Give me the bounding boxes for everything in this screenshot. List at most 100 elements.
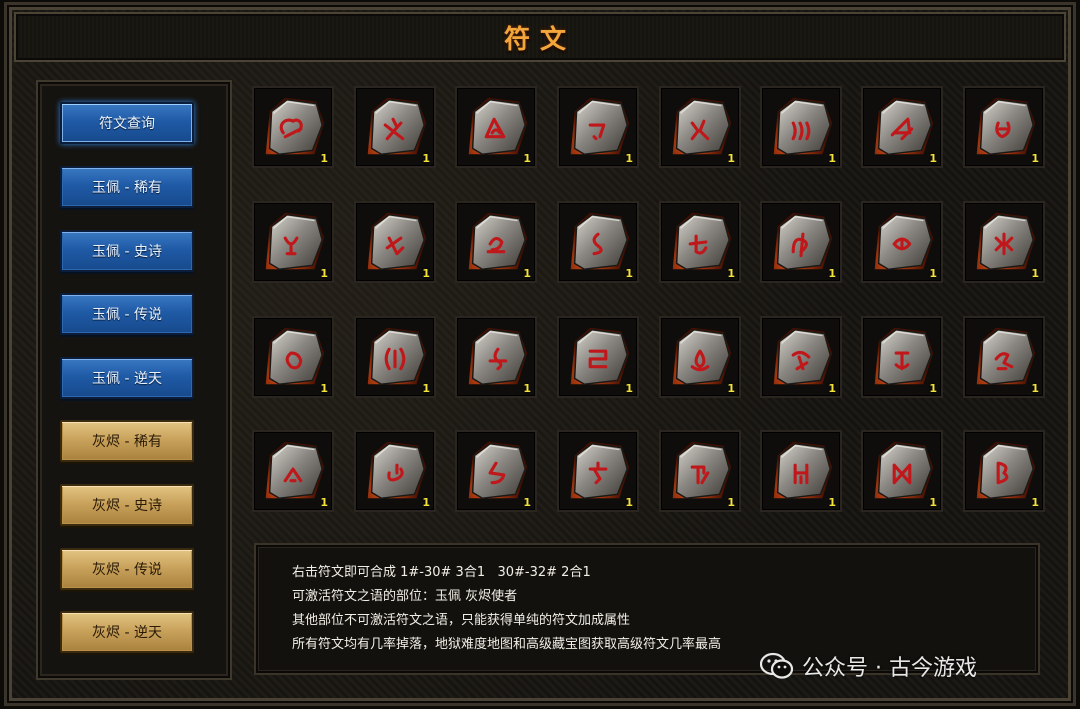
rune-slot-31[interactable]: 1 [861, 430, 943, 512]
rune-stone-icon [265, 212, 325, 271]
menu-button-label: 灰烬 - 稀有 [92, 434, 162, 450]
window-title: 符文 [503, 25, 576, 55]
rune-count: 1 [1031, 267, 1039, 280]
rune-slot-24[interactable]: 1 [963, 316, 1045, 398]
menu-button-5[interactable]: 玉佩 - 逆天 [60, 357, 194, 399]
rune-slot-23[interactable]: 1 [861, 316, 943, 398]
menu-button-1[interactable]: 符文查询 [60, 102, 194, 144]
rune-slot-12[interactable]: 1 [557, 201, 639, 283]
rune-slot-17[interactable]: 1 [252, 316, 334, 398]
rune-slot-2[interactable]: 1 [354, 86, 436, 168]
rune-stone-icon [976, 97, 1036, 156]
rune-count: 1 [625, 496, 633, 509]
menu-button-2[interactable]: 玉佩 - 稀有 [60, 166, 194, 208]
rune-slot-32[interactable]: 1 [963, 430, 1045, 512]
rune-slot-27[interactable]: 1 [455, 430, 537, 512]
rune-slot-18[interactable]: 1 [354, 316, 436, 398]
info-line-merge: 右击符文即可合成 1#-30# 3合1 30#-32# 2合1 [292, 565, 591, 580]
rune-count: 1 [422, 267, 430, 280]
rune-stone-icon [265, 441, 325, 500]
rune-count: 1 [727, 267, 735, 280]
rune-count: 1 [929, 267, 937, 280]
rune-stone-icon [874, 327, 934, 386]
rune-slot-4[interactable]: 1 [557, 86, 639, 168]
rune-slot-20[interactable]: 1 [557, 316, 639, 398]
rune-stone-icon [570, 97, 630, 156]
menu-button-label: 灰烬 - 传说 [92, 562, 162, 578]
rune-slot-5[interactable]: 1 [659, 86, 741, 168]
rune-count: 1 [929, 152, 937, 165]
menu-button-9[interactable]: 灰烬 - 逆天 [60, 611, 194, 653]
rune-stone-icon [672, 212, 732, 271]
rune-slot-11[interactable]: 1 [455, 201, 537, 283]
rune-slot-13[interactable]: 1 [659, 201, 741, 283]
rune-slot-22[interactable]: 1 [760, 316, 842, 398]
menu-button-3[interactable]: 玉佩 - 史诗 [60, 230, 194, 272]
rune-stone-icon [570, 441, 630, 500]
watermark: 公众号 · 古今游戏 [760, 648, 977, 684]
rune-stone-icon [468, 212, 528, 271]
rune-stone-icon [468, 441, 528, 500]
menu-button-8[interactable]: 灰烬 - 传说 [60, 548, 194, 590]
rune-count: 1 [828, 496, 836, 509]
rune-slot-6[interactable]: 1 [760, 86, 842, 168]
menu-button-7[interactable]: 灰烬 - 史诗 [60, 484, 194, 526]
rune-slot-3[interactable]: 1 [455, 86, 537, 168]
rune-count: 1 [828, 152, 836, 165]
rune-stone-icon [773, 212, 833, 271]
rune-count: 1 [523, 496, 531, 509]
rune-slot-1[interactable]: 1 [252, 86, 334, 168]
rune-slot-16[interactable]: 1 [963, 201, 1045, 283]
menu-button-label: 玉佩 - 逆天 [92, 371, 162, 387]
rune-stone-icon [367, 97, 427, 156]
menu-button-label: 玉佩 - 史诗 [92, 244, 162, 260]
rune-count: 1 [523, 382, 531, 395]
rune-slot-14[interactable]: 1 [760, 201, 842, 283]
rune-count: 1 [828, 382, 836, 395]
rune-count: 1 [625, 152, 633, 165]
menu-button-6[interactable]: 灰烬 - 稀有 [60, 420, 194, 462]
rune-slot-8[interactable]: 1 [963, 86, 1045, 168]
rune-count: 1 [625, 267, 633, 280]
info-line-slots: 可激活符文之语的部位：玉佩 灰烬使者 [292, 589, 518, 604]
menu-button-label: 玉佩 - 传说 [92, 307, 162, 323]
rune-slot-21[interactable]: 1 [659, 316, 741, 398]
rune-count: 1 [422, 496, 430, 509]
menu-button-label: 灰烬 - 史诗 [92, 498, 162, 514]
rune-slot-9[interactable]: 1 [252, 201, 334, 283]
rune-count: 1 [625, 382, 633, 395]
rune-count: 1 [828, 267, 836, 280]
rune-stone-icon [874, 97, 934, 156]
rune-slot-30[interactable]: 1 [760, 430, 842, 512]
rune-slot-10[interactable]: 1 [354, 201, 436, 283]
rune-stone-icon [773, 97, 833, 156]
rune-count: 1 [929, 382, 937, 395]
rune-stone-icon [367, 212, 427, 271]
rune-slot-15[interactable]: 1 [861, 201, 943, 283]
info-line-drop: 所有符文均有几率掉落，地狱难度地图和高级藏宝图获取高级符文几率最高 [292, 637, 722, 652]
rune-slot-28[interactable]: 1 [557, 430, 639, 512]
rune-count: 1 [929, 496, 937, 509]
rune-stone-icon [672, 441, 732, 500]
rune-stone-icon [976, 212, 1036, 271]
rune-slot-7[interactable]: 1 [861, 86, 943, 168]
rune-stone-icon [265, 327, 325, 386]
menu-button-label: 灰烬 - 逆天 [92, 625, 162, 641]
rune-count: 1 [422, 152, 430, 165]
rune-stone-icon [265, 97, 325, 156]
rune-count: 1 [1031, 382, 1039, 395]
rune-slot-29[interactable]: 1 [659, 430, 741, 512]
rune-count: 1 [1031, 152, 1039, 165]
rune-stone-icon [874, 212, 934, 271]
rune-count: 1 [523, 152, 531, 165]
rune-stone-icon [773, 327, 833, 386]
rune-count: 1 [727, 152, 735, 165]
menu-button-label: 玉佩 - 稀有 [92, 180, 162, 196]
rune-count: 1 [320, 496, 328, 509]
rune-count: 1 [523, 267, 531, 280]
rune-stone-icon [976, 441, 1036, 500]
menu-button-4[interactable]: 玉佩 - 传说 [60, 293, 194, 335]
rune-slot-25[interactable]: 1 [252, 430, 334, 512]
rune-slot-19[interactable]: 1 [455, 316, 537, 398]
rune-slot-26[interactable]: 1 [354, 430, 436, 512]
